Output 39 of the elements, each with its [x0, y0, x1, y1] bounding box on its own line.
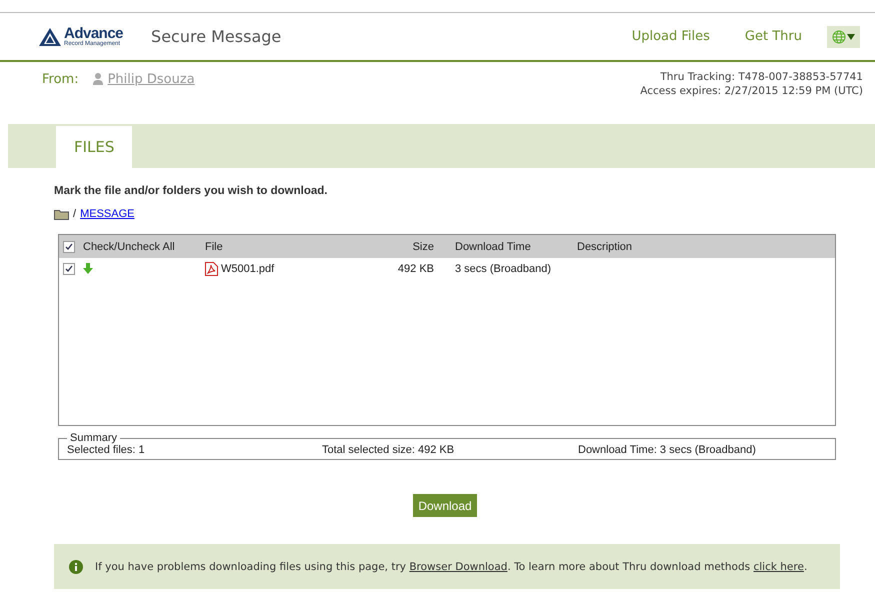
browser-download-link[interactable]: Browser Download: [409, 560, 508, 572]
checkbox[interactable]: [63, 240, 75, 252]
info-icon: [69, 560, 83, 574]
folder-link[interactable]: MESSAGE: [80, 208, 134, 220]
summary-text: Download Time: 3 secs (Broadband): [578, 444, 757, 456]
download-button[interactable]: Download: [413, 494, 477, 517]
column-header: Description: [577, 240, 632, 252]
checkbox[interactable]: [63, 262, 75, 274]
breadcrumb-separator: /: [73, 208, 76, 220]
sender-link[interactable]: Philip Dsouza: [108, 72, 195, 86]
pdf-icon: [205, 262, 218, 276]
summary-legend: Summary: [67, 432, 120, 444]
nav-link[interactable]: Upload Files: [632, 29, 710, 44]
column-header: Download Time: [455, 240, 531, 252]
folder-icon: [54, 208, 69, 220]
summary-text: Selected files: 1: [67, 444, 146, 456]
logo-icon: [38, 26, 62, 46]
click-here-link[interactable]: click here: [753, 560, 804, 572]
summary-text: Total selected size: 492 KB: [322, 444, 456, 456]
column-header: File: [205, 240, 223, 252]
tracking-info: Access expires: 2/27/2015 12:59 PM (UTC): [640, 84, 863, 98]
file-size: 492 KB: [398, 262, 434, 274]
nav-link[interactable]: Get Thru: [744, 29, 802, 44]
globe-icon: [832, 30, 846, 44]
logo-name: Advance: [64, 26, 124, 41]
tracking-info: Thru Tracking: T478-007-38853-57741: [660, 70, 863, 84]
tab[interactable]: FILES: [56, 126, 132, 168]
page-title: Secure Message: [151, 27, 282, 46]
person-icon: [92, 73, 103, 85]
language-button[interactable]: [827, 26, 860, 48]
file-name[interactable]: W5001.pdf: [221, 262, 274, 274]
download-time: 3 secs (Broadband): [455, 262, 551, 274]
download-arrow-icon[interactable]: [83, 263, 93, 274]
column-header: Check/Uncheck All: [83, 240, 175, 252]
from-label: From:: [42, 72, 79, 86]
instruction-text: Mark the file and/or folders you wish to download.: [54, 185, 328, 197]
column-header: Size: [412, 240, 434, 252]
info-text: If you have problems downloading files using this page, try Browser Download. To learn more about Thru download methods click here.: [95, 560, 808, 572]
caret-icon: [847, 34, 855, 40]
